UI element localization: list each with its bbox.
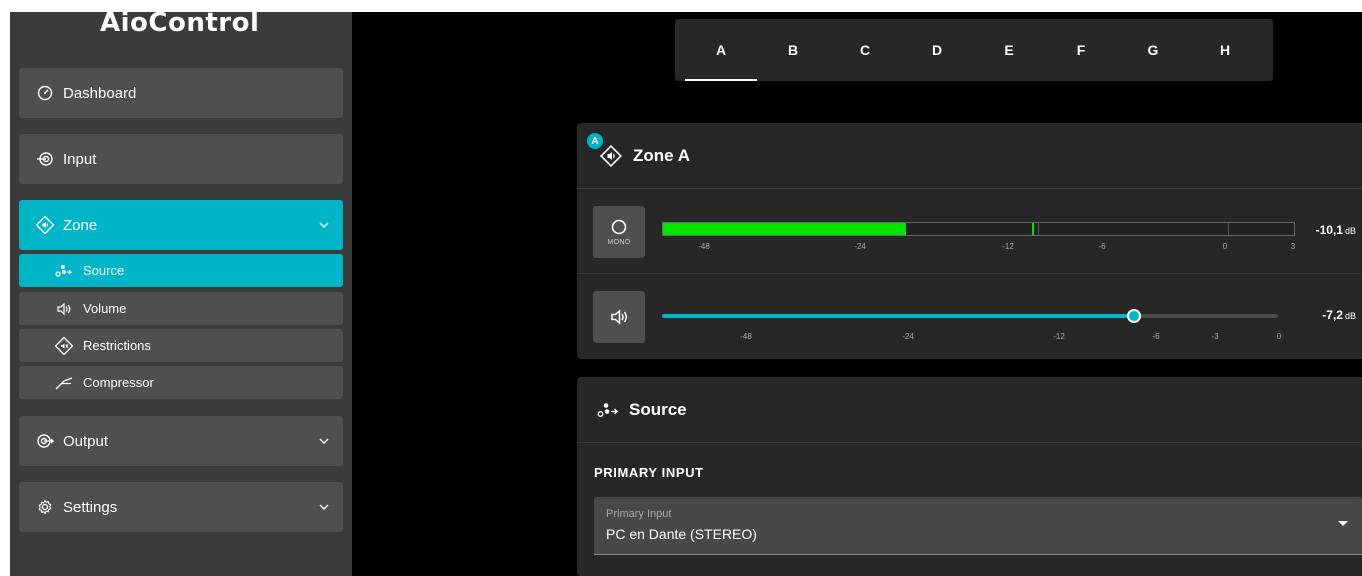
meter-scale-label: 3 [1290,242,1296,251]
meter-row: MONO -48 -24 -12 -6 0 3 -10,1 dB [577,189,1362,274]
volume-db-readout: -7,2 dB [1322,308,1356,322]
tab-f[interactable]: F [1045,19,1117,81]
chevron-down-icon [319,499,329,516]
meter-scale-label: -24 [854,242,866,251]
sidebar-subitem-source[interactable]: Source [19,254,343,287]
meter-db-value: -10,1 [1315,223,1343,237]
volume-slider-fill [662,314,1134,318]
compressor-icon [53,376,75,390]
volume-slider[interactable] [662,309,1278,323]
primary-input-heading: PRIMARY INPUT [594,465,704,480]
sidebar-item-label: Input [63,150,97,168]
tab-e[interactable]: E [973,19,1045,81]
meter-tick [1038,223,1040,235]
tab-c[interactable]: C [829,19,901,81]
volume-scale-label: -12 [1053,332,1065,341]
sidebar-item-label: Output [63,432,109,450]
sidebar-item-zone[interactable]: Zone [19,200,343,250]
tab-b[interactable]: B [757,19,829,81]
gear-icon [35,497,55,517]
mono-label: MONO [607,238,631,246]
level-meter [662,222,1295,236]
main-content: A B C D E F G H A Zone A MONO -48 -24 -1… [352,12,1362,576]
sidebar: AioControl Dashboard Input Zone Source V… [10,8,352,576]
volume-row: -48 -24 -12 -6 -3 0 -7,2 dB [577,274,1362,359]
sidebar-subitem-compressor[interactable]: Compressor [19,366,343,399]
primary-input-select-label: Primary Input [606,508,672,520]
volume-scale-label: 0 [1276,332,1282,341]
source-card: Source PRIMARY INPUT Primary Input PC en… [577,377,1362,576]
primary-input-select-value: PC en Dante (STEREO) [606,526,757,542]
meter-scale-label: -48 [698,242,710,251]
sidebar-subitem-label: Compressor [83,375,154,390]
sidebar-item-settings[interactable]: Settings [19,482,343,532]
volume-scale-label: -48 [740,332,752,341]
sidebar-subitem-volume[interactable]: Volume [19,292,343,325]
zone-badge: A [587,133,603,149]
input-icon [35,149,55,169]
sidebar-item-output[interactable]: Output [19,416,343,466]
tab-h[interactable]: H [1189,19,1261,81]
meter-db-readout: -10,1 dB [1316,223,1356,237]
sidebar-item-label: Settings [63,498,118,516]
tab-g[interactable]: G [1117,19,1189,81]
volume-scale-label: -24 [902,332,914,341]
zone-speaker-icon [35,215,55,235]
meter-scale-label: -12 [1002,242,1014,251]
zone-title: Zone A [633,145,690,165]
zone-speaker-icon [599,144,623,168]
source-nodes-icon [53,264,75,278]
restrictions-icon [53,336,75,355]
source-title: Source [629,399,687,419]
sidebar-item-label: Zone [63,216,98,234]
tab-d[interactable]: D [901,19,973,81]
volume-icon [611,309,627,325]
gauge-icon [35,83,55,103]
meter-db-unit: dB [1344,226,1356,236]
app-logo: AioControl [100,8,260,38]
meter-tick [1227,223,1229,235]
chevron-down-icon [319,217,329,234]
meter-fill [663,223,906,235]
zone-tabs: A B C D E F G H [675,19,1273,81]
mono-circle-icon [611,219,627,234]
volume-scale-label: -3 [1211,332,1219,341]
volume-db-unit: dB [1344,311,1356,321]
source-nodes-icon [597,402,619,418]
dropdown-caret-icon [1338,521,1348,526]
sidebar-item-dashboard[interactable]: Dashboard [19,68,343,118]
sidebar-subitem-label: Restrictions [83,338,151,353]
sidebar-subitem-label: Source [83,263,125,278]
meter-peak-indicator [1032,223,1035,235]
chevron-down-icon [319,433,329,450]
volume-scale-label: -6 [1152,332,1160,341]
source-card-header: Source [577,377,1362,443]
meter-scale-label: 0 [1222,242,1228,251]
primary-input-select[interactable]: Primary Input PC en Dante (STEREO) [594,497,1362,555]
sidebar-item-label: Dashboard [63,84,137,102]
volume-slider-thumb[interactable] [1126,309,1141,323]
mono-button[interactable]: MONO [593,206,645,258]
meter-scale-label: -6 [1098,242,1106,251]
tab-a[interactable]: A [685,19,757,81]
sidebar-item-input[interactable]: Input [19,134,343,184]
volume-db-value: -7,2 [1322,308,1343,322]
zone-card-header: A Zone A [577,123,1362,189]
volume-mute-button[interactable] [593,291,645,343]
output-icon [35,431,55,451]
sidebar-subitem-label: Volume [83,301,127,316]
sidebar-subitem-restrictions[interactable]: Restrictions [19,329,343,362]
volume-icon [53,302,75,316]
zone-card: A Zone A MONO -48 -24 -12 -6 0 3 -10,1 d… [577,123,1362,359]
